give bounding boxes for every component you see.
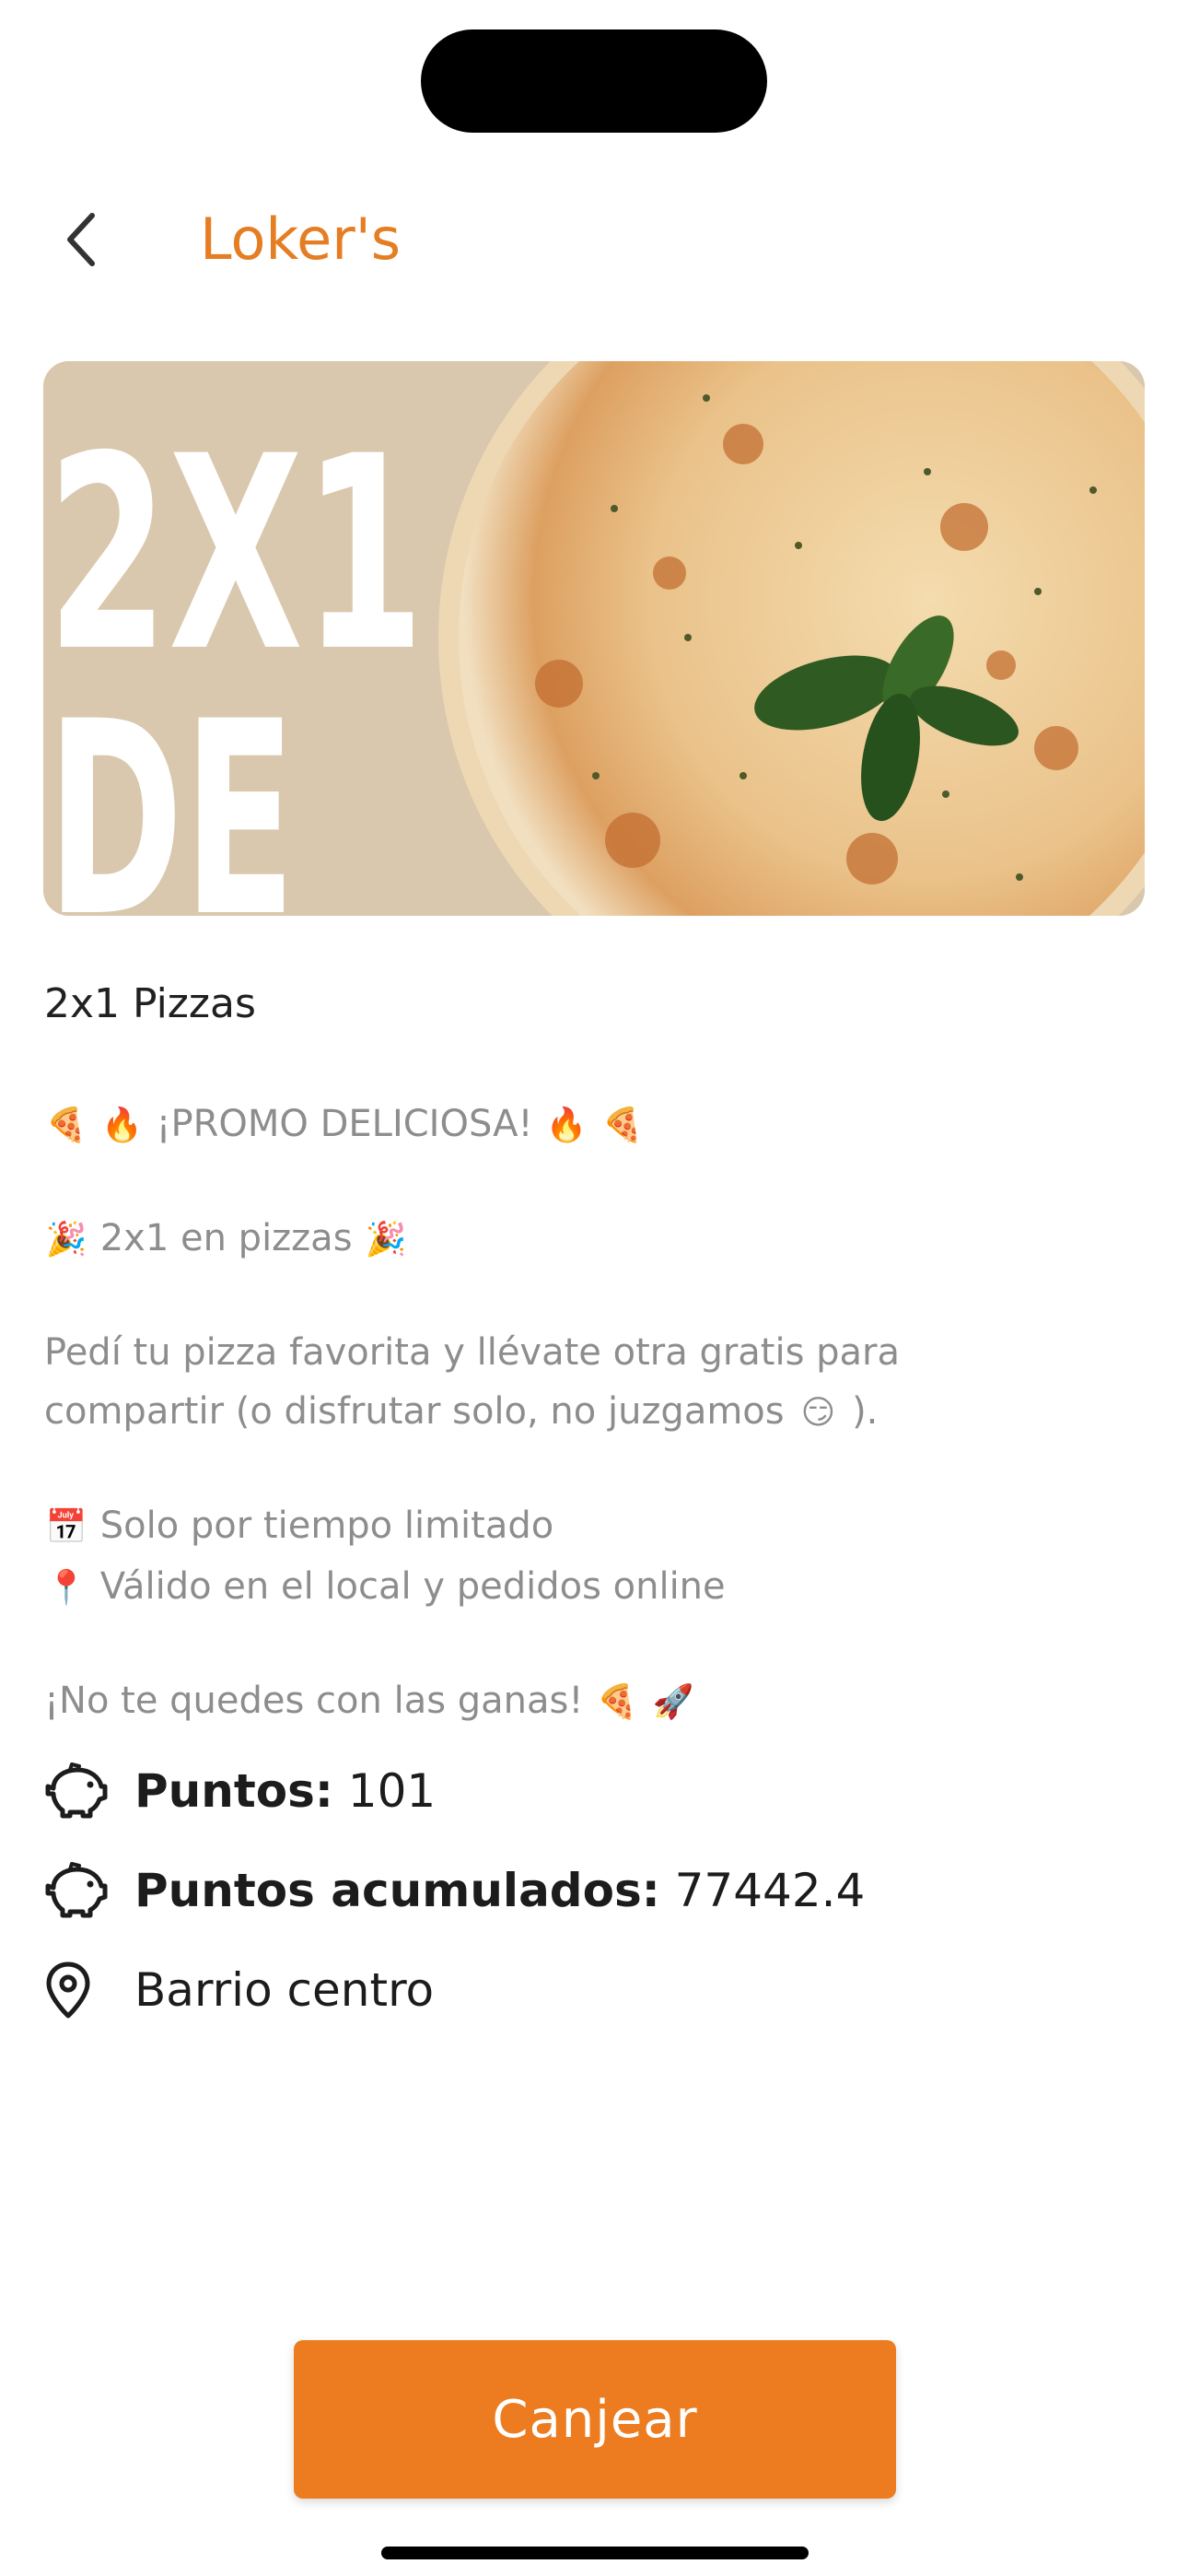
desc-line-text: Válido en el local y pedidos online xyxy=(99,1565,726,1608)
back-button[interactable] xyxy=(53,203,109,276)
desc-line-text: ¡No te quedes con las ganas! xyxy=(44,1680,584,1722)
desc-line-text: ¡PROMO DELICIOSA! xyxy=(156,1103,533,1145)
promo-title: 2x1 Pizzas xyxy=(44,980,256,1027)
pin-emoji-icon: 📍 xyxy=(45,1569,87,1607)
desc-line-text: 2x1 en pizzas xyxy=(99,1217,353,1259)
redeem-button[interactable]: Canjear xyxy=(294,2340,896,2499)
points-value: 101 xyxy=(347,1764,437,1818)
desc-line-2: 🎉 2x1 en pizzas 🎉 xyxy=(44,1209,1140,1270)
accumulated-points-row: Puntos acumulados: 77442.4 xyxy=(44,1841,1140,1940)
location-row: Barrio centro xyxy=(44,1940,1140,2040)
accumulated-points-label: Puntos acumulados: xyxy=(134,1864,660,1917)
page-title: Loker's xyxy=(200,205,402,273)
desc-line-suffix: ). xyxy=(852,1390,879,1433)
fire-emoji-icon: 🔥 xyxy=(101,1107,144,1144)
home-indicator xyxy=(381,2547,809,2559)
promo-text-de: DE xyxy=(47,665,296,916)
promo-details: 2x1 Pizzas 🍕 🔥 ¡PROMO DELICIOSA! 🔥 🍕 🎉 2… xyxy=(44,967,1140,2040)
promo-banner: 2X1 DE xyxy=(43,361,1145,916)
desc-line-7: ¡No te quedes con las ganas! 🍕 🚀 xyxy=(44,1671,1140,1732)
pizza-image xyxy=(438,361,1145,916)
dynamic-island xyxy=(421,29,767,133)
desc-line-6: 📍 Válido en el local y pedidos online xyxy=(44,1557,1140,1618)
party-emoji-icon: 🎉 xyxy=(45,1221,87,1259)
calendar-emoji-icon: 📅 xyxy=(45,1508,87,1546)
piggy-bank-icon xyxy=(44,1758,111,1824)
desc-line-3: Pedí tu pizza favorita y llévate otra gr… xyxy=(44,1331,901,1374)
rocket-emoji-icon: 🚀 xyxy=(652,1683,694,1721)
desc-line-4: compartir (o disfrutar solo, no juzgamos… xyxy=(44,1382,1140,1443)
points-text: Puntos: 101 xyxy=(134,1764,436,1818)
party-emoji-icon: 🎉 xyxy=(365,1221,407,1259)
smirk-emoji-icon: 😏 xyxy=(800,1394,836,1432)
piggy-bank-icon xyxy=(44,1857,111,1924)
fire-emoji-icon: 🔥 xyxy=(545,1107,588,1144)
promo-text-2x1: 2X1 xyxy=(47,400,425,710)
desc-line-1: 🍕 🔥 ¡PROMO DELICIOSA! 🔥 🍕 xyxy=(44,1095,1140,1155)
accumulated-points-value: 77442.4 xyxy=(674,1864,866,1917)
location-pin-icon xyxy=(44,1957,111,2023)
points-row: Puntos: 101 xyxy=(44,1741,1140,1841)
desc-line-text: Solo por tiempo limitado xyxy=(99,1505,554,1547)
desc-line-text: compartir (o disfrutar solo, no juzgamos xyxy=(44,1390,785,1433)
pizza-emoji-icon: 🍕 xyxy=(596,1683,638,1721)
chevron-left-icon xyxy=(67,213,95,266)
location-text: Barrio centro xyxy=(134,1963,435,2017)
accumulated-points-text: Puntos acumulados: 77442.4 xyxy=(134,1864,865,1917)
pizza-emoji-icon: 🍕 xyxy=(45,1107,87,1144)
desc-line-5: 📅 Solo por tiempo limitado xyxy=(44,1496,1140,1557)
pizza-emoji-icon: 🍕 xyxy=(601,1107,644,1144)
points-label: Puntos: xyxy=(134,1764,333,1818)
